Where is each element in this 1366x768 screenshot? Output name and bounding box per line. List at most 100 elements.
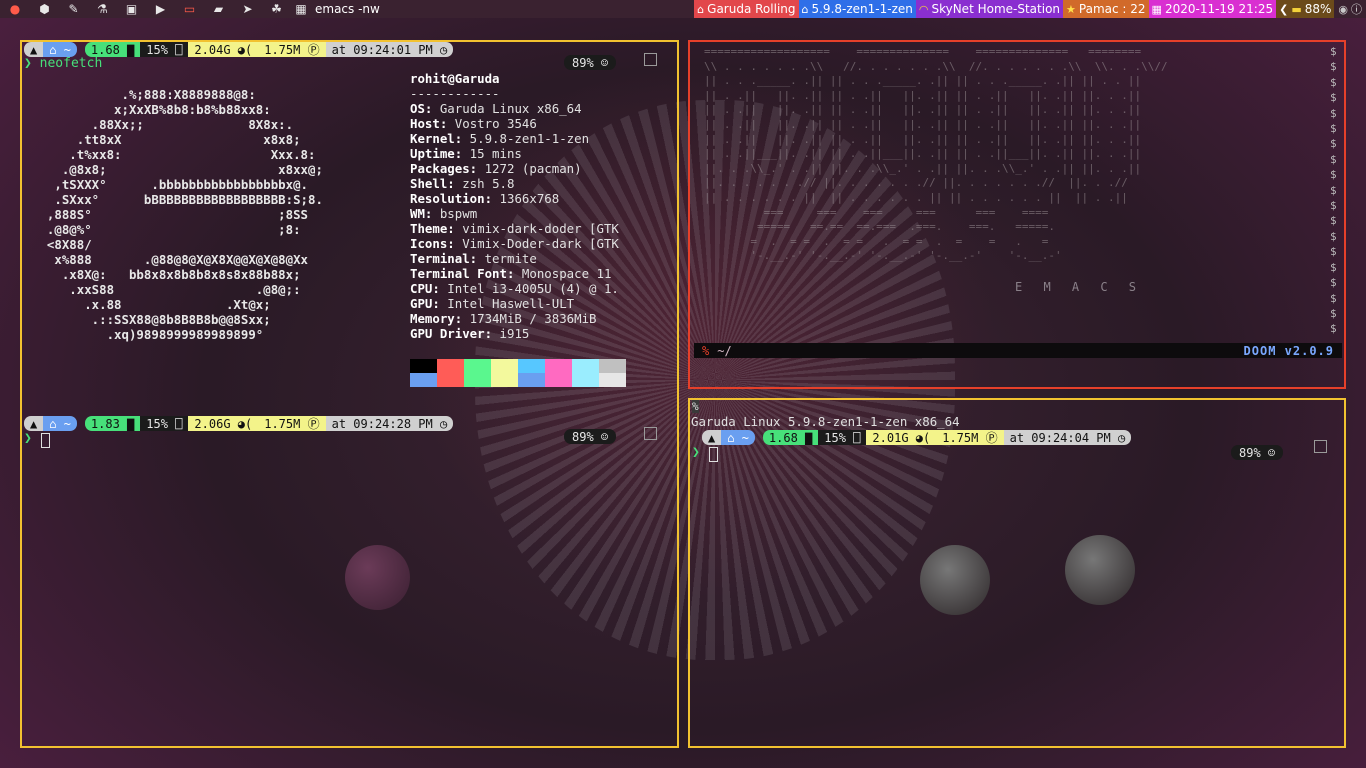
command-line: ❯ neofetch xyxy=(24,56,103,71)
owl-icon[interactable]: ◉ xyxy=(1338,3,1348,16)
terminal-cursor[interactable] xyxy=(41,433,50,448)
info-value: 15 mins xyxy=(462,146,522,161)
info-key: Memory: xyxy=(410,311,463,326)
distro-module[interactable]: ⌂ Garuda Rolling xyxy=(694,0,799,18)
palette-swatch xyxy=(410,373,437,387)
battery-segment: 89% ☺ xyxy=(564,429,617,444)
palette-swatch xyxy=(599,359,626,373)
info-key: Kernel: xyxy=(410,131,463,146)
info-value: Garuda Linux x86_64 xyxy=(432,101,582,116)
info-value: bspwm xyxy=(432,206,478,221)
info-value: i915 xyxy=(492,326,530,341)
color-picker-icon[interactable]: ✎ xyxy=(59,0,88,18)
info-key: Packages: xyxy=(410,161,478,176)
info-value: 1366x768 xyxy=(492,191,560,206)
bank-icon: ⌂ xyxy=(697,2,705,16)
prompt-time: at 09:24:04 PM ◷ xyxy=(1003,430,1132,445)
terminal-window-right[interactable]: % Garuda Linux 5.9.8-zen1-1-zen x86_64 ▲… xyxy=(688,398,1346,748)
top-bar: ● ⬢ ✎ ⚗ ▣ ▶ ▭ ▰ ➤ ☘ ▦ emacs -nw ⌂ Garuda… xyxy=(0,0,1366,18)
info-key: CPU: xyxy=(410,281,440,296)
video-icon[interactable]: ▶ xyxy=(146,0,175,18)
terminal-icon[interactable]: ▭ xyxy=(175,0,204,18)
palette-swatch xyxy=(491,359,518,373)
modeline-left: % ~/ xyxy=(702,344,732,358)
info-key: Resolution: xyxy=(410,191,493,206)
image-viewer-icon[interactable]: ▣ xyxy=(117,0,146,18)
load-average: 1.83 ▇ xyxy=(84,416,141,431)
info-line: Terminal Font: Monospace 11 xyxy=(410,266,611,281)
prompt-bar-bottom: ▲ ⌂ ~ 1.83 ▇ 15% ⎕ 2.06G ◕( 1.75M Ⓟ at 0… xyxy=(24,416,454,431)
prompt-arrow-icon: ❯ xyxy=(692,445,700,460)
paw-icon[interactable]: ☘ xyxy=(262,0,291,18)
load-average: 1.68 ▇ xyxy=(84,42,141,57)
palette-swatch xyxy=(491,373,518,387)
launcher-group: ● ⬢ ✎ ⚗ ▣ ▶ ▭ ▰ ➤ ☘ ▦ xyxy=(0,0,311,18)
terminal-window-left[interactable]: ▲ ⌂ ~ 1.68 ▇ 15% ⎕ 2.04G ◕( 1.75M Ⓟ at 0… xyxy=(20,40,679,748)
modeline-percent: % xyxy=(702,343,710,358)
info-line: GPU: Intel Haswell-ULT xyxy=(410,296,574,311)
wifi-module[interactable]: ◠ SkyNet Home-Station xyxy=(915,0,1064,18)
cpu-usage: 15% ⎕ xyxy=(818,430,867,445)
info-line: Packages: 1272 (pacman) xyxy=(410,161,582,176)
prompt-bar: ▲ ⌂ ~ 1.68 ▇ 15% ⎕ 2.01G ◕( 1.75M Ⓟ at 0… xyxy=(702,430,1132,445)
garuda-logo-icon[interactable]: ● xyxy=(0,0,30,18)
apps-grid-icon[interactable]: ⬢ xyxy=(30,0,59,18)
battery-icon: ▬ xyxy=(1291,2,1302,16)
info-separator: ------------ xyxy=(410,86,500,101)
info-key: Terminal Font: xyxy=(410,266,515,281)
linux-icon: ▲ xyxy=(24,416,44,431)
info-icon[interactable]: ⓘ xyxy=(1351,1,1362,17)
battery-level: 88% xyxy=(1304,2,1332,16)
wifi-icon: ◠ xyxy=(918,2,929,16)
info-value: Intel Haswell-ULT xyxy=(439,296,575,311)
info-value: Intel i3-4005U (4) @ 1. xyxy=(439,281,619,296)
prompt-box xyxy=(644,427,657,440)
date-module[interactable]: ▦ 2020-11-19 21:25 xyxy=(1148,0,1277,18)
info-value: Vostro 3546 xyxy=(447,116,537,131)
prompt-time: at 09:24:28 PM ◷ xyxy=(325,416,454,431)
info-value: zsh 5.8 xyxy=(454,176,515,191)
ram-usage: 2.04G ◕( xyxy=(188,42,259,57)
garuda-ascii-logo: .%;888:X8889888@8: x;XxXB%8b8:b8%b88xx8:… xyxy=(46,87,323,342)
window-grid-icon[interactable]: ▦ xyxy=(291,0,311,18)
info-line: GPU Driver: i915 xyxy=(410,326,529,341)
telegram-icon[interactable]: ➤ xyxy=(233,0,262,18)
info-key: Terminal: xyxy=(410,251,478,266)
line-markers: $ $ $ $ $ $ $ $ $ $ $ $ $ $ $ $ $ $ $ xyxy=(1330,45,1337,336)
info-line: Kernel: 5.9.8-zen1-1-zen xyxy=(410,131,589,146)
linux-icon: ▲ xyxy=(24,42,44,57)
palette-swatch xyxy=(464,373,491,387)
info-value: Vimix-Doder-dark [GTK xyxy=(454,236,619,251)
flask-icon[interactable]: ⚗ xyxy=(88,0,117,18)
prompt-box xyxy=(1314,440,1327,453)
info-value: termite xyxy=(477,251,537,266)
tray: ◉ ⓘ xyxy=(1334,0,1366,18)
ram-usage: 2.01G ◕( xyxy=(866,430,937,445)
info-key: Theme: xyxy=(410,221,455,236)
file-manager-icon[interactable]: ▰ xyxy=(204,0,233,18)
emacs-banner-label: E M A C S xyxy=(1015,280,1144,294)
info-key: Shell: xyxy=(410,176,455,191)
prompt-box xyxy=(644,53,657,66)
palette-swatch xyxy=(572,359,599,373)
palette-swatch xyxy=(545,373,572,387)
info-line: Terminal: termite xyxy=(410,251,537,266)
battery-segment: 89% ☺ xyxy=(564,55,617,70)
battery-module[interactable]: ❮ ▬ 88% xyxy=(1276,0,1335,18)
bank-icon: ⌂ xyxy=(801,2,809,16)
status-modules: ⌂ Garuda Rolling ⌂ 5.9.8-zen1-1-zen ◠ Sk… xyxy=(694,0,1366,18)
active-window-title: emacs -nw xyxy=(315,2,380,16)
calendar-icon: ▦ xyxy=(1151,2,1162,16)
terminal-cursor[interactable] xyxy=(709,447,718,462)
info-line: Theme: vimix-dark-doder [GTK xyxy=(410,221,619,236)
kernel-module[interactable]: ⌂ 5.9.8-zen1-1-zen xyxy=(798,0,916,18)
distro-label: Garuda Rolling xyxy=(707,2,796,16)
emacs-window[interactable]: =================== ============== =====… xyxy=(688,40,1346,389)
updates-module[interactable]: ★ Pamac : 22 xyxy=(1063,0,1149,18)
info-line: Memory: 1734MiB / 3836MiB xyxy=(410,311,597,326)
load-average: 1.68 ▇ xyxy=(762,430,819,445)
palette-swatch xyxy=(572,373,599,387)
star-icon: ★ xyxy=(1066,2,1076,16)
home-icon: ⌂ ~ xyxy=(721,430,755,445)
palette-swatch xyxy=(518,359,545,373)
